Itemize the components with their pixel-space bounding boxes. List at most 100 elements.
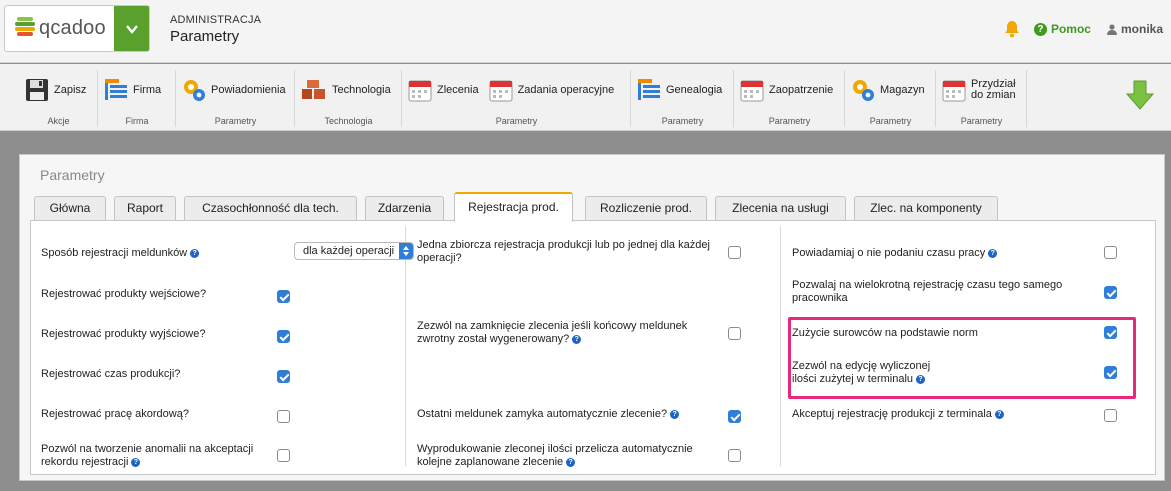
checkbox[interactable] [1104, 286, 1117, 299]
group-label: Parametry [661, 116, 704, 126]
calendar-icon [942, 80, 966, 102]
tab-rozliczenie-prod[interactable]: Rozliczenie prod. [585, 196, 707, 221]
ribbon-group-zaopatrzenie: Zaopatrzenie Parametry [735, 70, 845, 127]
checkbox[interactable] [277, 330, 290, 343]
tab-czasochlonnosc[interactable]: Czasochłonność dla tech. [184, 196, 357, 221]
help-link[interactable]: ? Pomoc [1033, 22, 1091, 36]
save-icon [26, 79, 48, 101]
save-button[interactable]: Zapisz [20, 72, 91, 108]
save-label: Zapisz [54, 83, 87, 96]
field-label: Pozwalaj na wielokrotną rejestrację czas… [792, 279, 1092, 305]
qcadoo-logo-icon [15, 17, 35, 36]
checkbox[interactable] [728, 410, 741, 423]
list-icon [105, 79, 127, 100]
technologia-button[interactable]: Technologia [296, 72, 396, 108]
parameters-panel: Parametry Główna Raport Czasochłonność d… [19, 154, 1165, 481]
field-label: Zezwól na edycję wyliczonej ilości zużyt… [792, 360, 1092, 386]
tab-zlec-na-komponenty[interactable]: Zlec. na komponenty [854, 196, 998, 221]
group-label: Parametry [768, 116, 811, 126]
field-label: Ostatni meldunek zamyka automatycznie zl… [417, 408, 717, 421]
checkbox[interactable] [728, 449, 741, 462]
tab-zlecenia-na-uslugi[interactable]: Zlecenia na usługi [715, 196, 846, 221]
user-menu[interactable]: monika [1106, 22, 1163, 36]
checkbox[interactable] [728, 246, 741, 259]
zadania-operacyjne-button[interactable]: Zadania operacyjne [484, 72, 620, 108]
ribbon-group-firma: Firma Firma [99, 70, 176, 127]
checkbox[interactable] [1104, 246, 1117, 259]
field-label-text: Akceptuj rejestrację produkcji z termina… [792, 408, 992, 420]
tab-raport[interactable]: Raport [114, 196, 176, 221]
field-label-text: Rejestrować pracę akordową? [41, 408, 189, 420]
logo-menu[interactable]: qcadoo [4, 5, 150, 52]
powiadomienia-label: Powiadomienia [211, 83, 286, 96]
firma-button[interactable]: Firma [99, 72, 166, 108]
field-label: Sposób rejestracji meldunków? [41, 247, 281, 260]
group-label: Parametry [495, 116, 538, 126]
registration-mode-select[interactable]: dla każdej operacji [294, 242, 414, 260]
help-icon[interactable]: ? [572, 335, 582, 344]
help-icon[interactable]: ? [670, 410, 680, 419]
checkbox[interactable] [277, 449, 290, 462]
help-icon[interactable]: ? [994, 410, 1004, 419]
genealogia-button[interactable]: Genealogia [632, 72, 727, 108]
top-bar: qcadoo ADMINISTRACJA Parametry ? Pomoc mo… [0, 0, 1171, 63]
gears-icon [853, 80, 874, 101]
field-label-text: Rejestrować produkty wyjściowe? [41, 328, 206, 340]
checkbox[interactable] [728, 327, 741, 340]
column-divider [405, 226, 406, 466]
user-name: monika [1120, 22, 1163, 36]
zadania-operacyjne-label: Zadania operacyjne [517, 83, 615, 96]
panel-title: Parametry [40, 167, 105, 183]
user-icon [1106, 23, 1117, 35]
tab-bar: Główna Raport Czasochłonność dla tech. Z… [20, 192, 1164, 222]
field-label-text: Zużycie surowców na podstawie norm [792, 327, 978, 339]
group-label: Firma [125, 116, 149, 126]
ribbon-group-magazyn: Magazyn Parametry [846, 70, 936, 127]
checkbox[interactable] [277, 410, 290, 423]
field-label-text: Zezwól na edycję wyliczonej ilości zużyt… [792, 360, 931, 385]
field-label-text: Pozwól na tworzenie anomalii na akceptac… [41, 443, 254, 468]
tab-zdarzenia[interactable]: Zdarzenia [365, 196, 444, 221]
tab-content: Sposób rejestracji meldunków? dla każdej… [30, 220, 1156, 475]
checkbox[interactable] [1104, 366, 1117, 379]
checkbox[interactable] [1104, 326, 1117, 339]
magazyn-button[interactable]: Magazyn [846, 72, 930, 108]
bell-icon[interactable] [1004, 20, 1020, 38]
field-label: Pozwól na tworzenie anomalii na akceptac… [41, 443, 271, 469]
ribbon-group-technologia: Technologia Technologia [296, 70, 402, 127]
checkbox[interactable] [1104, 409, 1117, 422]
ribbon-group-zlecenia: Zlecenia Zadania operacyjne Parametry [403, 70, 631, 127]
chevron-down-icon [125, 24, 138, 34]
help-icon[interactable]: ? [988, 249, 998, 258]
zaopatrzenie-label: Zaopatrzenie [769, 83, 834, 96]
download-button[interactable] [1125, 79, 1155, 116]
checkbox[interactable] [277, 290, 290, 303]
help-icon: ? [1033, 22, 1047, 36]
zlecenia-button[interactable]: Zlecenia [403, 72, 484, 108]
field-label: Rejestrować produkty wyjściowe? [41, 328, 271, 341]
bricks-icon [302, 80, 325, 99]
select-value: dla każdej operacji [303, 245, 395, 257]
checkbox[interactable] [277, 370, 290, 383]
help-icon[interactable]: ? [190, 249, 200, 258]
field-label: Wyprodukowanie zleconej ilości przelicza… [417, 443, 717, 469]
przydzial-do-zmian-button[interactable]: Przydział do zmian [937, 72, 1021, 108]
tab-glowna[interactable]: Główna [34, 196, 106, 221]
group-label: Parametry [214, 116, 257, 126]
tab-rejestracja-prod[interactable]: Rejestracja prod. [454, 192, 573, 222]
help-icon[interactable]: ? [916, 375, 926, 384]
select-arrows-icon [399, 243, 413, 259]
field-label: Rejestrować czas produkcji? [41, 368, 271, 381]
field-label: Jedna zbiorcza rejestracja produkcji lub… [417, 239, 717, 265]
field-label: Zużycie surowców na podstawie norm [792, 327, 1092, 340]
main-menu-button[interactable] [114, 6, 149, 51]
field-label-text: Rejestrować produkty wejściowe? [41, 288, 207, 300]
zaopatrzenie-button[interactable]: Zaopatrzenie [735, 72, 838, 108]
help-icon[interactable]: ? [566, 458, 576, 467]
group-label: Parametry [960, 116, 1003, 126]
field-label-text: Ostatni meldunek zamyka automatycznie zl… [417, 408, 668, 420]
powiadomienia-button[interactable]: Powiadomienia [177, 72, 291, 108]
help-icon[interactable]: ? [131, 458, 141, 467]
przydzial-do-zmian-label: Przydział do zmian [971, 78, 1016, 101]
column-divider [780, 226, 781, 466]
